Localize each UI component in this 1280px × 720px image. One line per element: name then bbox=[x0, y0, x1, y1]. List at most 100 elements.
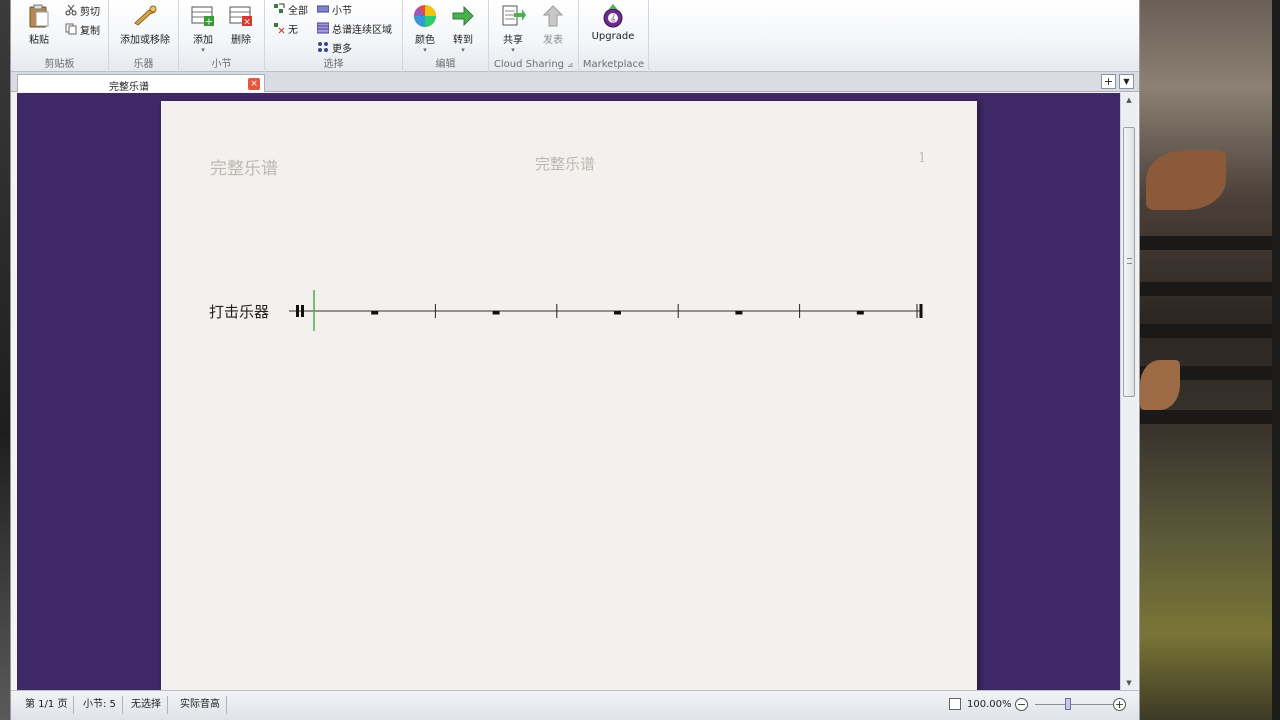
select-bar-label: 小节 bbox=[332, 5, 352, 17]
staff-system[interactable] bbox=[161, 101, 977, 690]
status-pitch[interactable]: 实际音高 bbox=[174, 696, 227, 714]
status-page: 第 1/1 页 bbox=[19, 696, 75, 714]
copy-button[interactable]: 复制 bbox=[65, 21, 100, 37]
bars-group: + 添加 ▾ × 删除 小节 bbox=[179, 0, 265, 72]
desktop-left-edge bbox=[0, 0, 10, 720]
page-view-icon[interactable] bbox=[949, 698, 961, 710]
publish-icon bbox=[542, 5, 564, 27]
status-selection: 无选择 bbox=[125, 696, 168, 714]
zoom-slider[interactable] bbox=[1035, 704, 1115, 705]
select-all-label: 全部 bbox=[288, 5, 308, 17]
select-more-icon bbox=[318, 42, 328, 52]
add-remove-instrument-button[interactable]: 添加或移除 bbox=[115, 2, 175, 54]
desktop-right-edge bbox=[1272, 0, 1280, 720]
whole-rest bbox=[735, 311, 743, 315]
goto-arrow-icon bbox=[452, 5, 474, 27]
app-window: 粘贴 剪切 复制 剪贴板 添加或移除 乐器 + 添加 ▾ × 删除 小节 全部 … bbox=[10, 0, 1140, 720]
select-passage-icon bbox=[317, 22, 329, 34]
upgrade-button[interactable]: 𝄞 Upgrade bbox=[591, 2, 635, 54]
edit-group-label: 编辑 bbox=[435, 59, 456, 70]
whole-rest bbox=[371, 311, 379, 315]
select-more-button[interactable]: 更多 bbox=[317, 39, 352, 55]
final-barline-thick bbox=[919, 304, 923, 318]
select-none-label: 无 bbox=[288, 24, 298, 36]
select-all-button[interactable]: 全部 bbox=[273, 1, 308, 17]
tab-menu-button[interactable]: ▼ bbox=[1119, 74, 1134, 89]
goto-dropdown-icon: ▾ bbox=[461, 46, 465, 54]
cut-icon bbox=[65, 4, 77, 16]
ribbon: 粘贴 剪切 复制 剪贴板 添加或移除 乐器 + 添加 ▾ × 删除 小节 全部 … bbox=[11, 0, 1139, 72]
select-group: 全部 无 小节 总谱连续区域 更多 选择 bbox=[265, 0, 403, 72]
goto-label: 转到 bbox=[453, 35, 473, 46]
upgrade-icon: 𝄞 bbox=[603, 4, 623, 28]
select-all-icon bbox=[274, 3, 285, 13]
vertical-scrollbar[interactable]: ▲ ▼ bbox=[1120, 93, 1137, 690]
new-tab-button[interactable]: + bbox=[1101, 74, 1116, 89]
status-bars: 小节: 5 bbox=[77, 696, 123, 714]
percussion-clef-left bbox=[296, 305, 299, 317]
scroll-down-icon[interactable]: ▼ bbox=[1121, 676, 1137, 690]
svg-text:+: + bbox=[205, 17, 213, 28]
cut-button[interactable]: 剪切 bbox=[65, 2, 100, 18]
clipboard-group-label: 剪贴板 bbox=[44, 59, 75, 70]
score-view[interactable]: 完整乐谱 完整乐谱 1 打击乐器 bbox=[17, 93, 1120, 690]
publish-button[interactable]: 发表 bbox=[531, 2, 575, 54]
copy-label: 复制 bbox=[80, 25, 100, 37]
share-button[interactable]: 共享 ▾ bbox=[491, 2, 535, 54]
color-wheel-icon bbox=[414, 5, 436, 27]
paste-icon bbox=[29, 4, 49, 28]
add-bar-icon: + bbox=[191, 6, 214, 28]
edit-group: 颜色 ▾ 转到 ▾ 编辑 bbox=[403, 0, 489, 72]
paste-label: 粘贴 bbox=[29, 35, 49, 46]
select-bar-button[interactable]: 小节 bbox=[317, 1, 352, 17]
marketplace-group: 𝄞 Upgrade Marketplace bbox=[579, 0, 649, 72]
zoom-level: 100.00% bbox=[967, 699, 1012, 710]
zoom-in-icon[interactable]: + bbox=[1113, 698, 1126, 711]
select-passage-label: 总谱连续区域 bbox=[332, 24, 392, 36]
close-icon[interactable]: × bbox=[248, 78, 260, 90]
whole-rest bbox=[492, 311, 500, 315]
select-none-icon bbox=[274, 23, 285, 34]
svg-text:𝄞: 𝄞 bbox=[610, 14, 615, 25]
cloud-sharing-group-label: Cloud Sharing ⊿ bbox=[489, 59, 578, 70]
select-none-button[interactable]: 无 bbox=[273, 20, 298, 36]
dialog-launcher-icon[interactable]: ⊿ bbox=[567, 61, 573, 69]
delete-bar-icon: × bbox=[229, 6, 252, 28]
select-passage-button[interactable]: 总谱连续区域 bbox=[317, 20, 392, 36]
grip-icon bbox=[1127, 258, 1132, 264]
delete-bar-button[interactable]: × 删除 bbox=[219, 2, 263, 54]
share-icon bbox=[502, 5, 526, 26]
select-group-label: 选择 bbox=[323, 59, 344, 70]
select-more-label: 更多 bbox=[332, 43, 352, 55]
status-bar: 第 1/1 页 小节: 5 无选择 实际音高 100.00% − + bbox=[11, 690, 1139, 720]
zoom-slider-thumb[interactable] bbox=[1065, 698, 1071, 710]
scroll-thumb[interactable] bbox=[1123, 127, 1135, 397]
trumpet-icon bbox=[134, 5, 157, 26]
upgrade-label: Upgrade bbox=[591, 31, 635, 42]
percussion-clef-right bbox=[301, 305, 304, 317]
tab-full-score[interactable]: 完整乐谱 × bbox=[17, 74, 265, 93]
document-tab-bar: 完整乐谱 × + ▼ bbox=[11, 72, 1139, 93]
svg-text:×: × bbox=[243, 18, 251, 28]
whole-rest bbox=[614, 311, 621, 315]
share-label: 共享 bbox=[503, 35, 523, 46]
cloud-sharing-group: 共享 ▾ 发表 Cloud Sharing ⊿ bbox=[489, 0, 579, 72]
bars-group-label: 小节 bbox=[211, 59, 232, 70]
scroll-up-icon[interactable]: ▲ bbox=[1121, 93, 1137, 107]
paste-button[interactable]: 粘贴 bbox=[17, 2, 61, 54]
share-dropdown-icon: ▾ bbox=[511, 46, 515, 54]
delete-bar-label: 删除 bbox=[231, 35, 251, 46]
clipboard-group: 粘贴 剪切 复制 剪贴板 bbox=[11, 0, 109, 72]
score-page[interactable]: 完整乐谱 完整乐谱 1 打击乐器 bbox=[161, 101, 977, 690]
goto-button[interactable]: 转到 ▾ bbox=[441, 2, 485, 54]
copy-icon bbox=[65, 23, 77, 35]
marketplace-group-label: Marketplace bbox=[582, 59, 645, 70]
whole-rest bbox=[856, 311, 864, 315]
publish-label: 发表 bbox=[543, 35, 563, 46]
instruments-group: 添加或移除 乐器 bbox=[109, 0, 179, 72]
add-remove-label: 添加或移除 bbox=[120, 35, 170, 46]
tab-title: 完整乐谱 bbox=[109, 82, 149, 93]
desktop-background bbox=[1140, 0, 1280, 720]
select-bar-icon bbox=[317, 5, 329, 13]
zoom-out-icon[interactable]: − bbox=[1015, 698, 1028, 711]
